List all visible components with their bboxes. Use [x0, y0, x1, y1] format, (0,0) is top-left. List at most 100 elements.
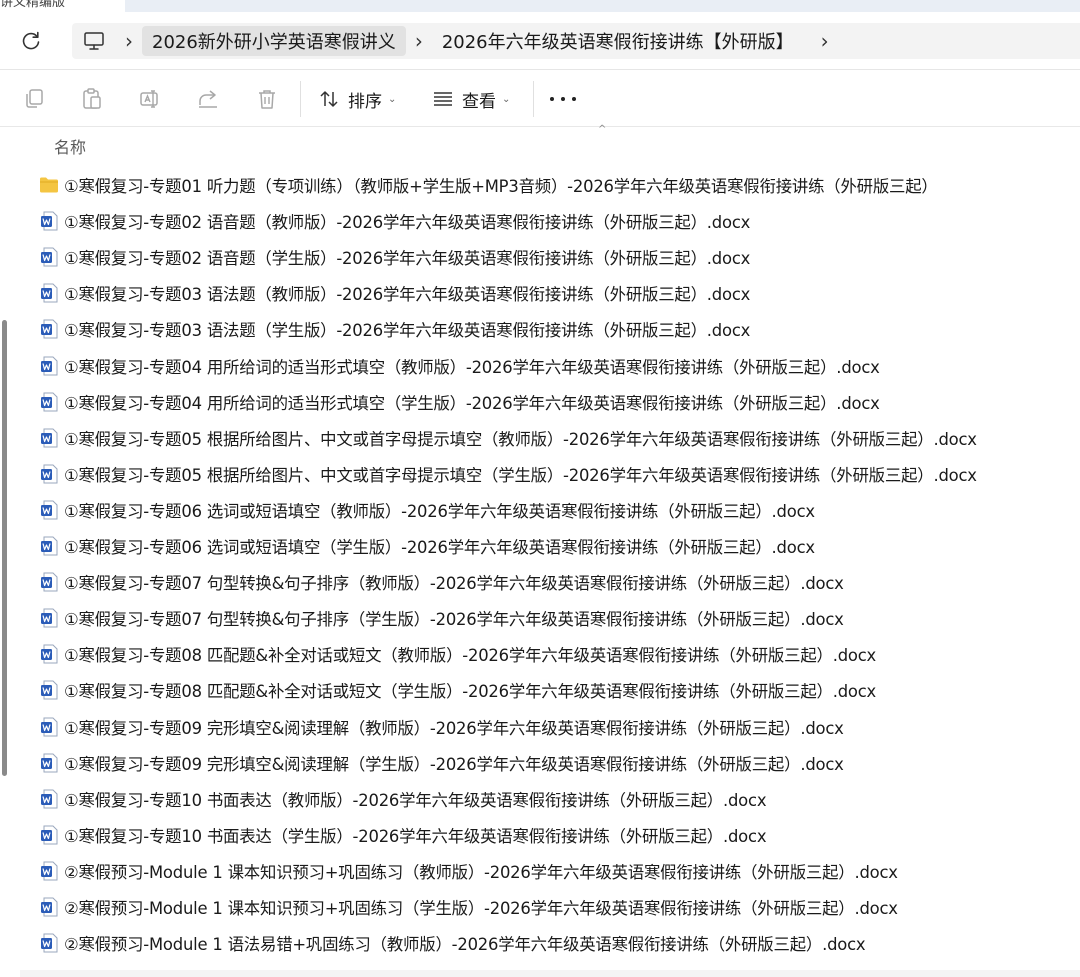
file-row[interactable]: ①寒假复习-专题08 匹配题&补全对话或短文（教师版）-2026学年六年级英语寒… [38, 636, 1068, 672]
file-name: ①寒假复习-专题03 语法题（教师版）-2026学年六年级英语寒假衔接讲练（外研… [64, 285, 751, 305]
active-tab[interactable]: 讲义精编版 [0, 0, 125, 12]
file-name: ①寒假复习-专题07 句型转换&句子排序（教师版）-2026学年六年级英语寒假衔… [64, 574, 844, 594]
file-row[interactable]: ②寒假预习-Module 1 语法易错+巩固练习（教师版）-2026学年六年级英… [38, 925, 1068, 961]
file-row[interactable]: ①寒假复习-专题08 匹配题&补全对话或短文（学生版）-2026学年六年级英语寒… [38, 672, 1068, 708]
file-row[interactable]: ①寒假复习-专题05 根据所给图片、中文或首字母提示填空（学生版）-2026学年… [38, 456, 1068, 492]
file-row[interactable]: ①寒假复习-专题04 用所给词的适当形式填空（教师版）-2026学年六年级英语寒… [38, 348, 1068, 384]
file-row[interactable]: ①寒假复习-专题06 选词或短语填空（教师版）-2026学年六年级英语寒假衔接讲… [38, 492, 1068, 528]
more-options-button[interactable] [550, 89, 576, 109]
file-list: ^ 名称 ①寒假复习-专题01 听力题（专项训练）（教师版+学生版+MP3音频）… [0, 124, 1080, 977]
file-name: ①寒假复习-专题04 用所给词的适当形式填空（学生版）-2026学年六年级英语寒… [64, 393, 880, 413]
address-bar: › 2026新外研小学英语寒假讲义 › 2026年六年级英语寒假衔接讲练【外研版… [0, 12, 1080, 70]
paste-button[interactable] [80, 87, 104, 111]
word-doc-icon [38, 210, 60, 232]
file-name: ①寒假复习-专题02 语音题（教师版）-2026学年六年级英语寒假衔接讲练（外研… [64, 213, 751, 233]
word-doc-icon [38, 932, 60, 954]
word-doc-icon [38, 535, 60, 557]
file-name: ②寒假预习-Module 1 课本知识预习+巩固练习（教师版）-2026学年六年… [64, 862, 898, 882]
rename-icon [140, 90, 158, 108]
file-name: ①寒假复习-专题09 完形填空&阅读理解（学生版）-2026学年六年级英语寒假衔… [64, 754, 844, 774]
copy-button[interactable] [22, 87, 46, 111]
share-button[interactable] [196, 87, 220, 111]
folder-icon [38, 174, 60, 196]
word-doc-icon [38, 896, 60, 918]
chevron-down-icon: ⌄ [388, 93, 397, 105]
word-doc-icon [38, 246, 60, 268]
breadcrumb: › 2026新外研小学英语寒假讲义 › 2026年六年级英语寒假衔接讲练【外研版… [72, 23, 1080, 59]
file-name: ①寒假复习-专题10 书面表达（教师版）-2026学年六年级英语寒假衔接讲练（外… [64, 790, 767, 810]
scrollbar-thumb[interactable] [2, 320, 7, 776]
toolbar-divider [300, 81, 301, 117]
breadcrumb-item-parent[interactable]: 2026新外研小学英语寒假讲义 [142, 26, 406, 56]
this-pc-button[interactable] [72, 23, 116, 59]
file-row[interactable]: ①寒假复习-专题07 句型转换&句子排序（教师版）-2026学年六年级英语寒假衔… [38, 564, 1068, 600]
file-row[interactable]: ①寒假复习-专题10 书面表达（教师版）-2026学年六年级英语寒假衔接讲练（外… [38, 781, 1068, 817]
word-doc-icon [38, 391, 60, 413]
file-row[interactable]: ①寒假复习-专题03 语法题（学生版）-2026学年六年级英语寒假衔接讲练（外研… [38, 311, 1068, 347]
word-doc-icon [38, 318, 60, 340]
word-doc-icon [38, 679, 60, 701]
file-name: ①寒假复习-专题07 句型转换&句子排序（学生版）-2026学年六年级英语寒假衔… [64, 610, 844, 630]
word-doc-icon [38, 499, 60, 521]
column-header-name[interactable]: 名称 [54, 134, 86, 158]
command-bar: 排序 ⌄ 查看 ⌄ [0, 71, 1080, 127]
view-label: 查看 [462, 91, 496, 112]
copy-icon [26, 89, 43, 108]
rename-button[interactable] [138, 87, 162, 111]
file-name: ①寒假复习-专题05 根据所给图片、中文或首字母提示填空（教师版）-2026学年… [64, 429, 977, 449]
file-row[interactable]: ②寒假预习-Module 1 课本知识预习+巩固练习（学生版）-2026学年六年… [38, 889, 1068, 925]
file-row[interactable]: ①寒假复习-专题06 选词或短语填空（学生版）-2026学年六年级英语寒假衔接讲… [38, 528, 1068, 564]
delete-button[interactable] [255, 87, 279, 111]
breadcrumb-separator[interactable]: › [812, 23, 838, 59]
more-dot-icon [550, 97, 554, 101]
file-row[interactable]: ①寒假复习-专题09 完形填空&阅读理解（学生版）-2026学年六年级英语寒假衔… [38, 745, 1068, 781]
file-name: ①寒假复习-专题03 语法题（学生版）-2026学年六年级英语寒假衔接讲练（外研… [64, 321, 751, 341]
delete-icon [259, 90, 275, 109]
folder-row[interactable]: ①寒假复习-专题01 听力题（专项训练）（教师版+学生版+MP3音频）-2026… [38, 167, 1068, 203]
scrollbar[interactable] [0, 128, 10, 977]
file-name: ①寒假复习-专题04 用所给词的适当形式填空（教师版）-2026学年六年级英语寒… [64, 357, 880, 377]
breadcrumb-separator[interactable]: › [116, 23, 142, 59]
more-dot-icon [572, 97, 576, 101]
file-name: ①寒假复习-专题10 书面表达（学生版）-2026学年六年级英语寒假衔接讲练（外… [64, 826, 767, 846]
breadcrumb-separator[interactable]: › [406, 23, 432, 59]
word-doc-icon [38, 463, 60, 485]
file-name: ①寒假复习-专题01 听力题（专项训练）（教师版+学生版+MP3音频）-2026… [64, 177, 938, 196]
file-row[interactable]: ①寒假复习-专题03 语法题（教师版）-2026学年六年级英语寒假衔接讲练（外研… [38, 275, 1068, 311]
file-name: ①寒假复习-专题06 选词或短语填空（教师版）-2026学年六年级英语寒假衔接讲… [64, 501, 815, 521]
refresh-button[interactable] [16, 26, 46, 56]
view-button[interactable]: 查看 ⌄ [432, 85, 510, 113]
file-name: ①寒假复习-专题06 选词或短语填空（学生版）-2026学年六年级英语寒假衔接讲… [64, 538, 815, 557]
more-dot-icon [561, 97, 565, 101]
file-name: ①寒假复习-专题09 完形填空&阅读理解（教师版）-2026学年六年级英语寒假衔… [64, 718, 844, 738]
file-row[interactable]: ②寒假预习-Module 1 课本知识预习+巩固练习（教师版）-2026学年六年… [38, 853, 1068, 889]
file-name: ①寒假复习-专题02 语音题（学生版）-2026学年六年级英语寒假衔接讲练（外研… [64, 249, 751, 269]
word-doc-icon [38, 716, 60, 738]
file-row[interactable]: ①寒假复习-专题04 用所给词的适当形式填空（学生版）-2026学年六年级英语寒… [38, 384, 1068, 420]
word-doc-icon [38, 860, 60, 882]
word-doc-icon [38, 355, 60, 377]
monitor-icon [84, 32, 104, 50]
file-row[interactable]: ①寒假复习-专题07 句型转换&句子排序（学生版）-2026学年六年级英语寒假衔… [38, 600, 1068, 636]
file-row[interactable]: ①寒假复习-专题02 语音题（教师版）-2026学年六年级英语寒假衔接讲练（外研… [38, 203, 1068, 239]
share-icon [199, 90, 217, 108]
word-doc-icon [38, 607, 60, 629]
file-row[interactable]: ①寒假复习-专题10 书面表达（学生版）-2026学年六年级英语寒假衔接讲练（外… [38, 817, 1068, 853]
file-row[interactable]: ①寒假复习-专题09 完形填空&阅读理解（教师版）-2026学年六年级英语寒假衔… [38, 709, 1068, 745]
word-doc-icon [38, 788, 60, 810]
file-row[interactable]: ①寒假复习-专题02 语音题（学生版）-2026学年六年级英语寒假衔接讲练（外研… [38, 239, 1068, 275]
word-doc-icon [38, 643, 60, 665]
view-list-icon [434, 92, 452, 106]
file-name: ①寒假复习-专题08 匹配题&补全对话或短文（学生版）-2026学年六年级英语寒… [64, 682, 877, 702]
file-name: ①寒假复习-专题05 根据所给图片、中文或首字母提示填空（学生版）-2026学年… [64, 465, 977, 485]
word-doc-icon [38, 824, 60, 846]
file-row[interactable]: ①寒假复习-专题05 根据所给图片、中文或首字母提示填空（教师版）-2026学年… [38, 420, 1068, 456]
sort-icon [320, 91, 338, 107]
word-doc-icon [38, 427, 60, 449]
sort-caret-icon: ^ [598, 124, 607, 135]
file-name: ②寒假预习-Module 1 语法易错+巩固练习（教师版）-2026学年六年级英… [64, 935, 866, 955]
partial-row [20, 970, 1080, 977]
breadcrumb-item-current[interactable]: 2026年六年级英语寒假衔接讲练【外研版】 [432, 26, 804, 56]
sort-button[interactable]: 排序 ⌄ [318, 85, 396, 113]
toolbar-divider [533, 81, 534, 117]
